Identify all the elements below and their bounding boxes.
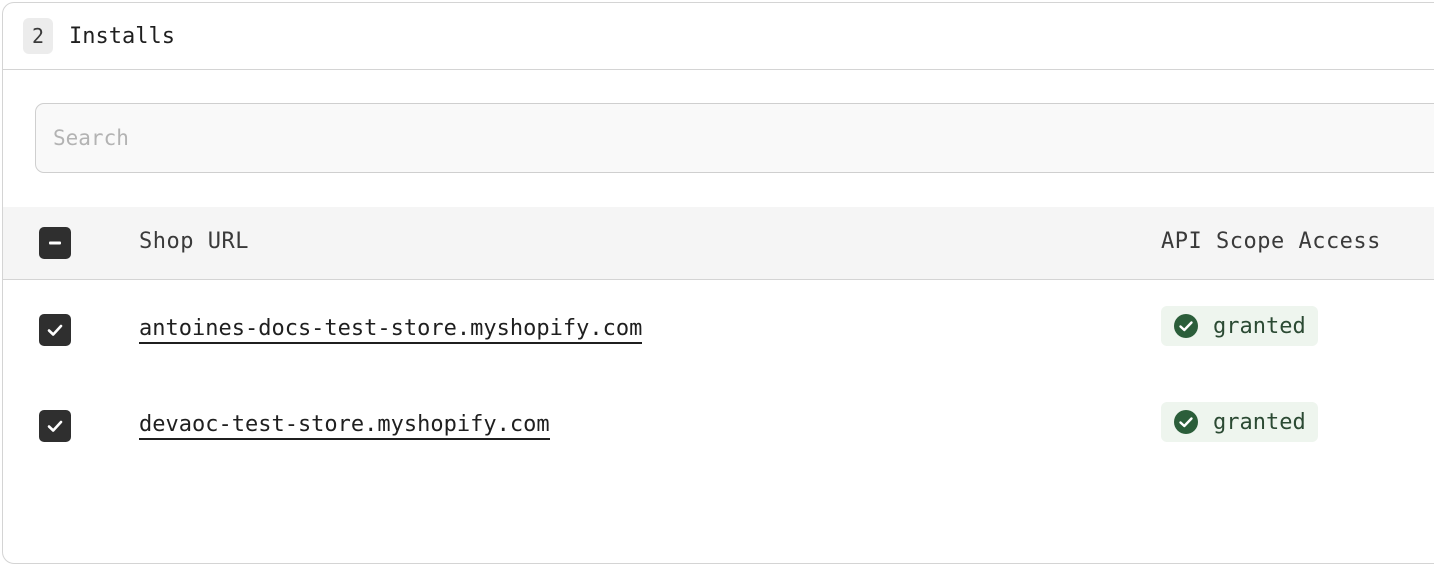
search-container <box>3 70 1434 174</box>
column-header-api-scope[interactable]: API Scope Access <box>1161 229 1381 254</box>
status-label: granted <box>1213 409 1306 435</box>
table-header: Shop URL API Scope Access <box>3 207 1434 280</box>
checkmark-icon <box>47 420 63 432</box>
table-row: antoines-docs-test-store.myshopify.com g… <box>3 280 1434 376</box>
status-label: granted <box>1213 313 1306 339</box>
row-checkbox[interactable] <box>39 314 71 346</box>
install-count-badge: 2 <box>23 18 53 54</box>
check-circle-icon <box>1173 409 1199 435</box>
check-circle-icon <box>1173 313 1199 339</box>
status-badge: granted <box>1161 402 1318 442</box>
table-row: devaoc-test-store.myshopify.com granted <box>3 376 1434 472</box>
select-all-checkbox[interactable] <box>39 227 71 259</box>
panel-title: Installs <box>69 23 175 49</box>
minus-checkbox-icon <box>49 241 61 245</box>
status-badge: granted <box>1161 306 1318 346</box>
checkmark-icon <box>47 324 63 336</box>
search-input[interactable] <box>35 103 1434 173</box>
shop-url-link[interactable]: antoines-docs-test-store.myshopify.com <box>139 316 643 344</box>
row-checkbox[interactable] <box>39 410 71 442</box>
shop-url-link[interactable]: devaoc-test-store.myshopify.com <box>139 412 550 440</box>
installs-panel: 2 Installs Shop URL API Scope Access ant… <box>2 2 1434 564</box>
column-header-shop-url[interactable]: Shop URL <box>139 229 249 254</box>
panel-header: 2 Installs <box>3 3 1434 70</box>
